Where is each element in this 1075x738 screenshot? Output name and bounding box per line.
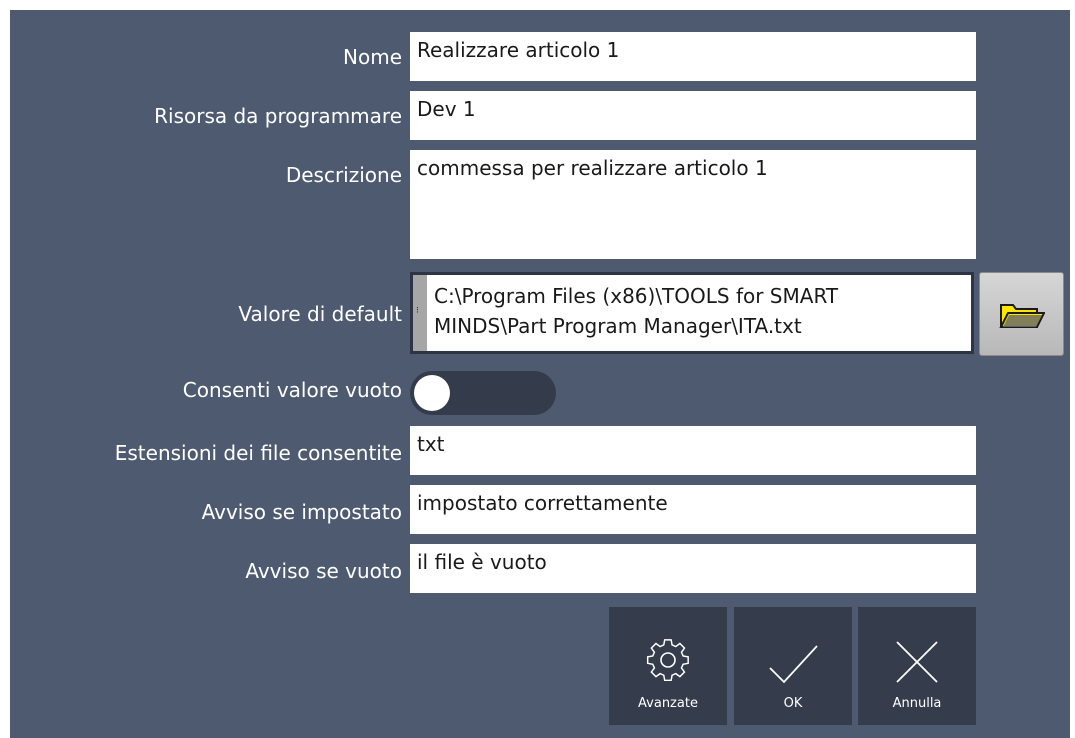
description-label: Descrizione: [285, 163, 402, 187]
name-label: Nome: [343, 45, 402, 69]
browse-folder-button[interactable]: [979, 272, 1064, 356]
check-icon: [769, 645, 818, 684]
resize-handle-icon: ⁝: [416, 306, 419, 316]
toggle-knob: [414, 375, 450, 411]
cancel-button-label: Annulla: [892, 696, 942, 711]
cancel-button[interactable]: Annulla: [858, 607, 976, 725]
allow-empty-toggle[interactable]: [410, 371, 556, 415]
default-value-path: C:\Program Files (x86)\TOOLS for SMART M…: [434, 281, 967, 341]
resource-field[interactable]: Dev 1: [410, 91, 976, 140]
warn-if-set-field[interactable]: impostato correttamente: [410, 485, 976, 534]
resource-label: Risorsa da programmare: [154, 104, 402, 128]
allow-empty-label: Consenti valore vuoto: [182, 378, 402, 402]
folder-open-icon: [998, 304, 1045, 328]
description-field[interactable]: commessa per realizzare articolo 1: [410, 150, 976, 259]
dialog-panel: Nome Realizzare articolo 1 Risorsa da pr…: [10, 10, 1070, 738]
warn-if-empty-label: Avviso se vuoto: [245, 559, 402, 583]
gear-icon: [646, 639, 689, 682]
default-value-label: Valore di default: [238, 302, 402, 326]
warn-if-empty-field[interactable]: il file è vuoto: [410, 544, 976, 593]
path-gutter: ⁝: [413, 275, 427, 351]
advanced-button-label: Avanzate: [638, 696, 698, 711]
advanced-button[interactable]: Avanzate: [609, 607, 727, 725]
close-icon: [896, 641, 938, 683]
warn-if-set-label: Avviso se impostato: [201, 500, 402, 524]
ok-button[interactable]: OK: [734, 607, 852, 725]
default-value-field[interactable]: ⁝ C:\Program Files (x86)\TOOLS for SMART…: [410, 272, 974, 354]
extensions-field[interactable]: txt: [410, 426, 976, 475]
path-line-2: MINDS\Part Program Manager\ITA.txt: [434, 314, 802, 338]
path-line-1: C:\Program Files (x86)\TOOLS for SMART: [434, 284, 839, 308]
extensions-label: Estensioni dei file consentite: [114, 441, 402, 465]
name-field[interactable]: Realizzare articolo 1: [410, 32, 976, 81]
ok-button-label: OK: [783, 696, 803, 711]
